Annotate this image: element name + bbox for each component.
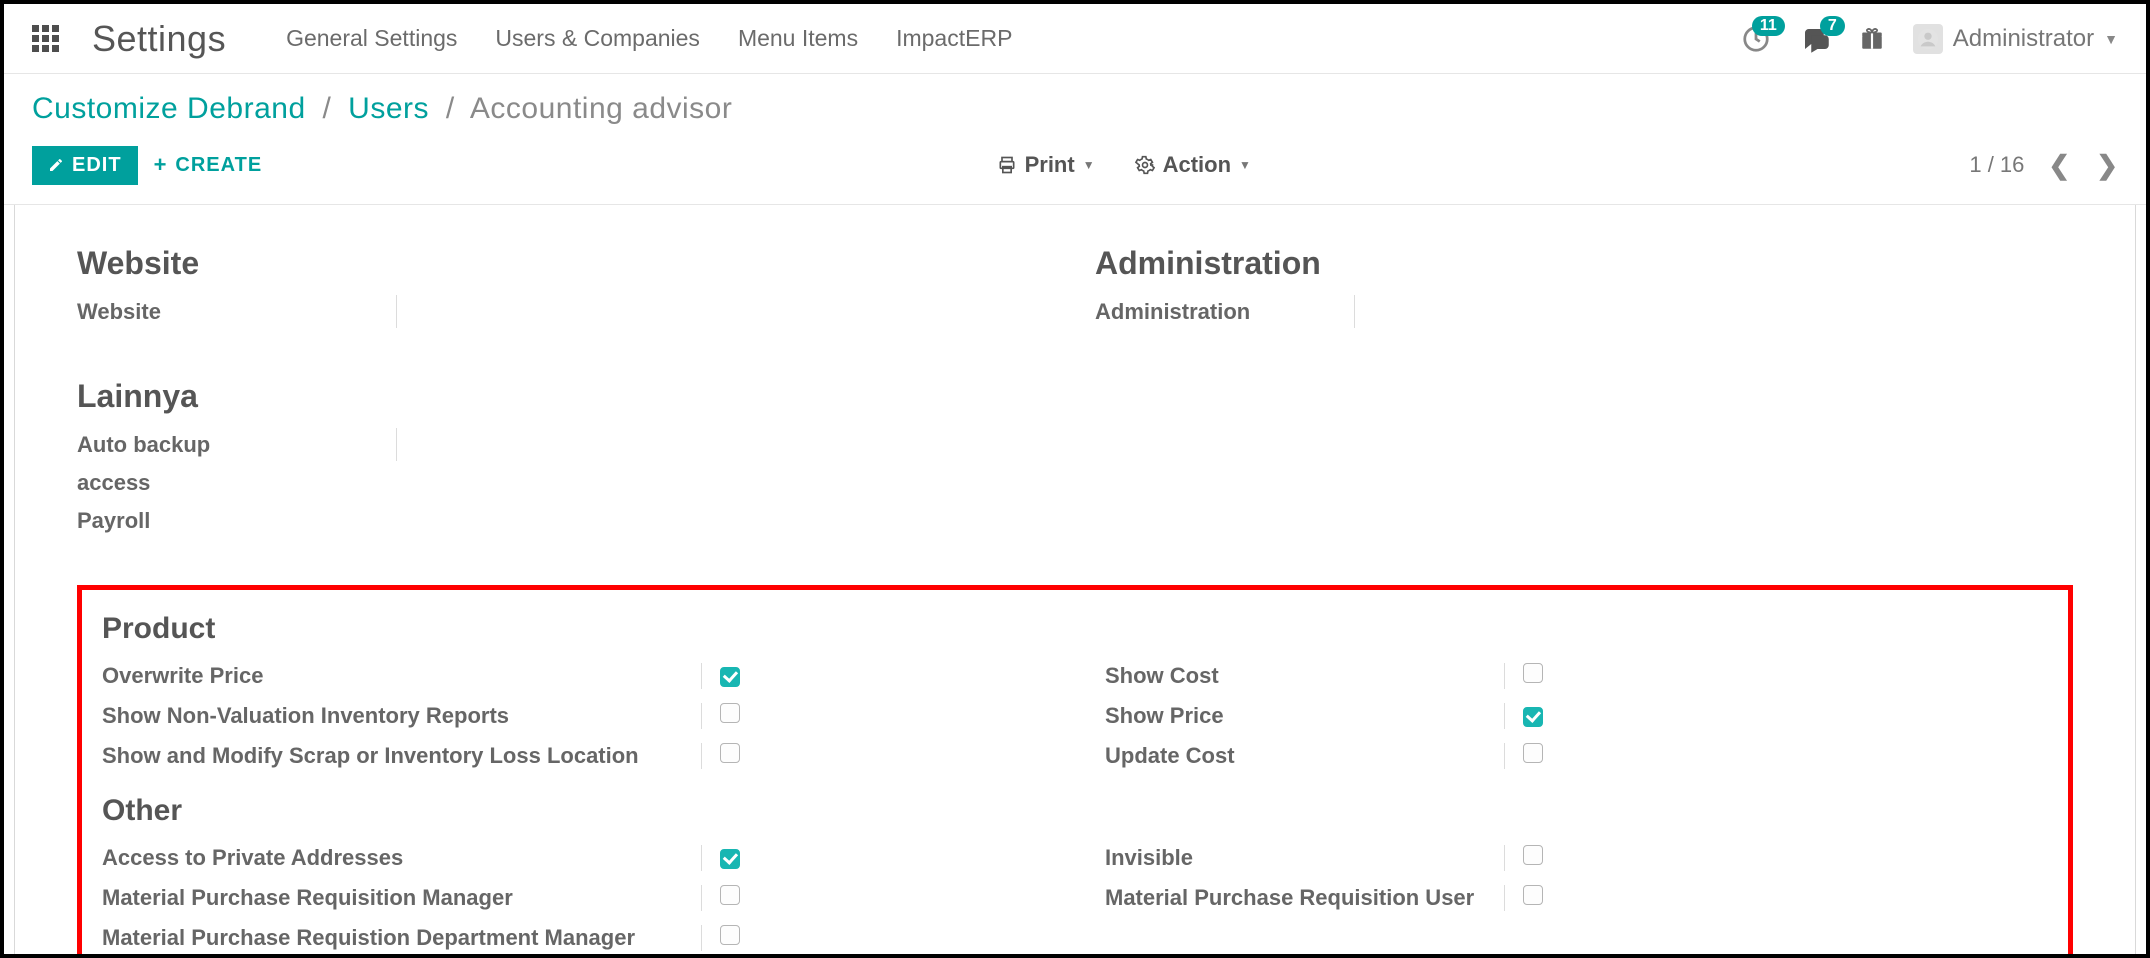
user-name: Administrator [1953, 25, 2094, 53]
checkbox[interactable] [1523, 663, 1543, 683]
menu-menu-items[interactable]: Menu Items [738, 25, 858, 52]
breadcrumb: Customize Debrand / Users / Accounting a… [4, 74, 2146, 134]
group-title: Lainnya [77, 378, 1055, 415]
group-title: Other [102, 794, 1045, 828]
caret-down-icon: ▼ [1239, 158, 1251, 172]
user-menu[interactable]: Administrator ▼ [1913, 24, 2118, 54]
highlight-col-right: . Show Cost Show Price Update Cost . Inv… [1105, 604, 2048, 954]
field-label: Material Purchase Requistion Department … [102, 925, 702, 951]
print-dropdown[interactable]: Print ▼ [997, 152, 1095, 178]
field-label: access [77, 466, 397, 499]
action-label: Action [1163, 152, 1231, 178]
field-label: Access to Private Addresses [102, 845, 702, 871]
gift-icon[interactable] [1859, 26, 1885, 52]
pager-next[interactable]: ❯ [2096, 150, 2118, 181]
discuss-badge: 7 [1820, 16, 1845, 36]
control-panel: Edit + Create Print ▼ Action ▼ 1 / [4, 134, 2146, 205]
apps-icon[interactable] [32, 25, 60, 52]
caret-down-icon: ▼ [2104, 31, 2118, 47]
highlight-box: Product Overwrite Price Show Non-Valuati… [77, 585, 2073, 954]
create-label: Create [175, 154, 262, 177]
field-label: Auto backup [77, 428, 397, 461]
menu-impacterp[interactable]: ImpactERP [896, 25, 1012, 52]
menu-users-companies[interactable]: Users & Companies [495, 25, 700, 52]
action-dropdown[interactable]: Action ▼ [1135, 152, 1251, 178]
field-label: Show and Modify Scrap or Inventory Loss … [102, 743, 702, 769]
group-title: Administration [1095, 245, 2073, 282]
pager-prev[interactable]: ❮ [2048, 150, 2070, 181]
breadcrumb-link[interactable]: Customize Debrand [32, 92, 306, 125]
checkbox[interactable] [720, 885, 740, 905]
edit-label: Edit [72, 154, 122, 177]
checkbox[interactable] [1523, 885, 1543, 905]
form-col-right: Administration Administration [1095, 227, 2073, 539]
field-row: Website [77, 292, 1055, 330]
highlight-col-left: Product Overwrite Price Show Non-Valuati… [102, 604, 1045, 954]
field-row: Administration [1095, 292, 2073, 330]
group-title: Product [102, 612, 1045, 646]
checkbox[interactable] [720, 925, 740, 945]
menu-general-settings[interactable]: General Settings [286, 25, 457, 52]
pager-value[interactable]: 1 / 16 [1969, 152, 2024, 178]
edit-button[interactable]: Edit [32, 146, 138, 185]
breadcrumb-link[interactable]: Users [348, 92, 429, 125]
field-row: Auto backup [77, 425, 1055, 463]
form-sheet: Website Website Lainnya Auto backup acce… [14, 205, 2136, 954]
checkbox[interactable] [720, 849, 740, 869]
field-label: Show Price [1105, 703, 1505, 729]
checkbox[interactable] [1523, 707, 1543, 727]
field-label: Show Non-Valuation Inventory Reports [102, 703, 702, 729]
app-title: Settings [92, 18, 226, 60]
field-label: Show Cost [1105, 663, 1505, 689]
field-label: Update Cost [1105, 743, 1505, 769]
breadcrumb-sep: / [314, 92, 339, 125]
field-label: Administration [1095, 295, 1355, 328]
systray: 11 7 Administrator ▼ [1741, 24, 2118, 54]
field-label: Website [77, 295, 397, 328]
create-button[interactable]: + Create [138, 144, 279, 186]
checkbox[interactable] [1523, 845, 1543, 865]
discuss-icon[interactable]: 7 [1799, 24, 1831, 54]
activities-badge: 11 [1752, 16, 1785, 36]
activities-icon[interactable]: 11 [1741, 24, 1771, 54]
print-label: Print [1025, 152, 1075, 178]
field-row: Payroll [77, 501, 1055, 539]
avatar [1913, 24, 1943, 54]
field-label: Material Purchase Requisition User [1105, 885, 1505, 911]
checkbox[interactable] [720, 703, 740, 723]
checkbox[interactable] [1523, 743, 1543, 763]
field-label: Invisible [1105, 845, 1505, 871]
field-row: access [77, 463, 1055, 501]
field-label: Material Purchase Requisition Manager [102, 885, 702, 911]
group-title: Website [77, 245, 1055, 282]
breadcrumb-sep: / [438, 92, 463, 125]
checkbox[interactable] [720, 667, 740, 687]
field-label: Overwrite Price [102, 663, 702, 689]
top-menu: General Settings Users & Companies Menu … [286, 25, 1012, 52]
caret-down-icon: ▼ [1083, 158, 1095, 172]
main-scroll[interactable]: Settings General Settings Users & Compan… [4, 4, 2146, 954]
form-col-left: Website Website Lainnya Auto backup acce… [77, 227, 1055, 539]
checkbox[interactable] [720, 743, 740, 763]
field-label: Payroll [77, 504, 397, 537]
navbar: Settings General Settings Users & Compan… [4, 4, 2146, 74]
breadcrumb-current: Accounting advisor [470, 92, 732, 125]
